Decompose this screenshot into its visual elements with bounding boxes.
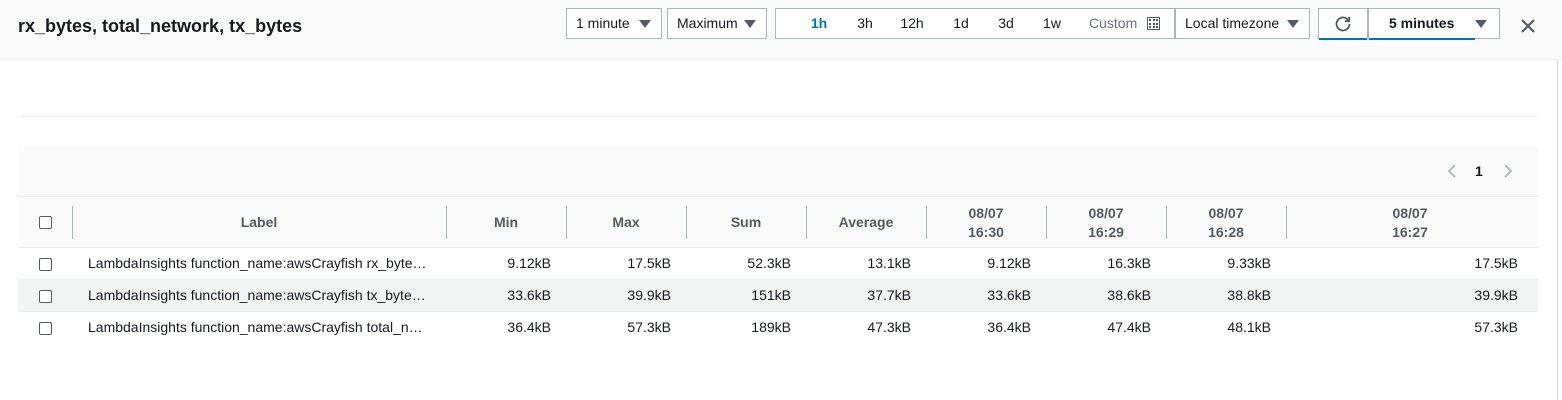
header-time-3-date: 08/07 [1208, 204, 1244, 221]
range-1w[interactable]: 1w [1035, 9, 1069, 38]
header-time-2[interactable]: 08/07 16:29 [1046, 197, 1166, 248]
table-row[interactable]: LambdaInsights function_name:awsCrayfish… [18, 248, 1538, 280]
panel-title: rx_bytes, total_network, tx_bytes [18, 16, 303, 36]
caret-down-icon [744, 20, 756, 28]
row-time-2: 47.4kB [1107, 319, 1151, 335]
header-time-4-date: 08/07 [1392, 204, 1428, 221]
range-3d[interactable]: 3d [991, 9, 1021, 38]
row-time-3: 9.33kB [1227, 255, 1271, 271]
range-1d[interactable]: 1d [946, 9, 976, 38]
header-max[interactable]: Max [566, 197, 686, 248]
row-max: 17.5kB [627, 255, 671, 271]
refresh-underline [1319, 38, 1367, 40]
row-time-3: 38.8kB [1227, 287, 1271, 303]
timezone-value: Local timezone [1185, 15, 1280, 31]
header-time-1[interactable]: 08/07 16:30 [926, 197, 1046, 248]
row-checkbox[interactable] [39, 258, 52, 271]
range-3h[interactable]: 3h [850, 9, 880, 38]
header-sum[interactable]: Sum [686, 197, 806, 248]
row-time-2: 16.3kB [1107, 255, 1151, 271]
row-min: 33.6kB [507, 287, 551, 303]
row-label: LambdaInsights function_name:awsCrayfish… [88, 287, 426, 303]
page-number[interactable]: 1 [1475, 163, 1483, 179]
header-time-4-time: 16:27 [1392, 223, 1428, 240]
chevron-left-icon[interactable] [1444, 163, 1460, 179]
close-icon[interactable] [1518, 16, 1538, 36]
row-sum: 52.3kB [747, 255, 791, 271]
metrics-table: 1 Label Min Max Sum Average 08/07 16:30 0… [18, 146, 1538, 344]
range-custom[interactable]: Custom [1089, 9, 1137, 38]
row-label: LambdaInsights function_name:awsCrayfish… [88, 255, 427, 271]
chevron-right-icon[interactable] [1500, 163, 1516, 179]
refresh-icon [1335, 16, 1351, 32]
select-all-checkbox[interactable] [38, 216, 52, 229]
header-average[interactable]: Average [806, 197, 926, 248]
row-time-1: 33.6kB [987, 287, 1031, 303]
caret-down-icon [1287, 20, 1299, 28]
row-min: 36.4kB [507, 319, 551, 335]
row-average: 47.3kB [867, 319, 911, 335]
row-average: 37.7kB [867, 287, 911, 303]
time-range-selector: 1h 3h 12h 1d 3d 1w Custom [775, 8, 1175, 39]
row-time-4: 57.3kB [1474, 319, 1518, 335]
header-time-3[interactable]: 08/07 16:28 [1166, 197, 1286, 248]
row-average: 13.1kB [867, 255, 911, 271]
refresh-interval-select[interactable]: 5 minutes [1368, 8, 1500, 40]
graph-divider [18, 116, 1538, 117]
refresh-interval-value: 5 minutes [1389, 15, 1455, 31]
row-sum: 189kB [751, 319, 791, 335]
table-row[interactable]: LambdaInsights function_name:awsCrayfish… [18, 312, 1538, 344]
caret-down-icon [639, 20, 651, 28]
range-1h[interactable]: 1h [804, 9, 834, 38]
range-12h[interactable]: 12h [895, 9, 929, 38]
row-max: 57.3kB [627, 319, 671, 335]
table-row[interactable]: LambdaInsights function_name:awsCrayfish… [18, 280, 1538, 312]
refresh-button[interactable] [1318, 8, 1368, 40]
period-select[interactable]: 1 minute [566, 8, 662, 39]
statistic-value: Maximum [677, 15, 738, 31]
header-time-2-time: 16:29 [1088, 223, 1124, 240]
header-time-2-date: 08/07 [1088, 204, 1124, 221]
row-sum: 151kB [751, 287, 791, 303]
interval-underline [1369, 38, 1475, 40]
calendar-icon[interactable] [1147, 17, 1160, 30]
row-time-4: 39.9kB [1474, 287, 1518, 303]
caret-down-icon [1475, 20, 1487, 28]
row-time-1: 9.12kB [987, 255, 1031, 271]
row-time-1: 36.4kB [987, 319, 1031, 335]
row-time-2: 38.6kB [1107, 287, 1151, 303]
select-all-cell [18, 197, 72, 248]
row-max: 39.9kB [627, 287, 671, 303]
header-time-4[interactable]: 08/07 16:27 [1286, 197, 1534, 248]
pagination: 1 [18, 146, 1538, 197]
header-label[interactable]: Label [72, 197, 446, 248]
header-time-1-time: 16:30 [968, 223, 1004, 240]
timezone-select[interactable]: Local timezone [1175, 8, 1310, 39]
header-min[interactable]: Min [446, 197, 566, 248]
row-time-4: 17.5kB [1474, 255, 1518, 271]
header-time-1-date: 08/07 [968, 204, 1004, 221]
table-header: Label Min Max Sum Average 08/07 16:30 08/… [18, 197, 1538, 248]
row-checkbox[interactable] [39, 322, 52, 335]
row-checkbox[interactable] [39, 290, 52, 303]
statistic-select[interactable]: Maximum [667, 8, 767, 39]
row-label: LambdaInsights function_name:awsCrayfish… [88, 319, 423, 335]
row-min: 9.12kB [507, 255, 551, 271]
panel-header: rx_bytes, total_network, tx_bytes 1 minu… [0, 0, 1562, 60]
header-time-3-time: 16:28 [1208, 223, 1244, 240]
row-time-3: 48.1kB [1227, 319, 1271, 335]
period-value: 1 minute [576, 15, 630, 31]
scrollbar[interactable] [1557, 60, 1558, 400]
